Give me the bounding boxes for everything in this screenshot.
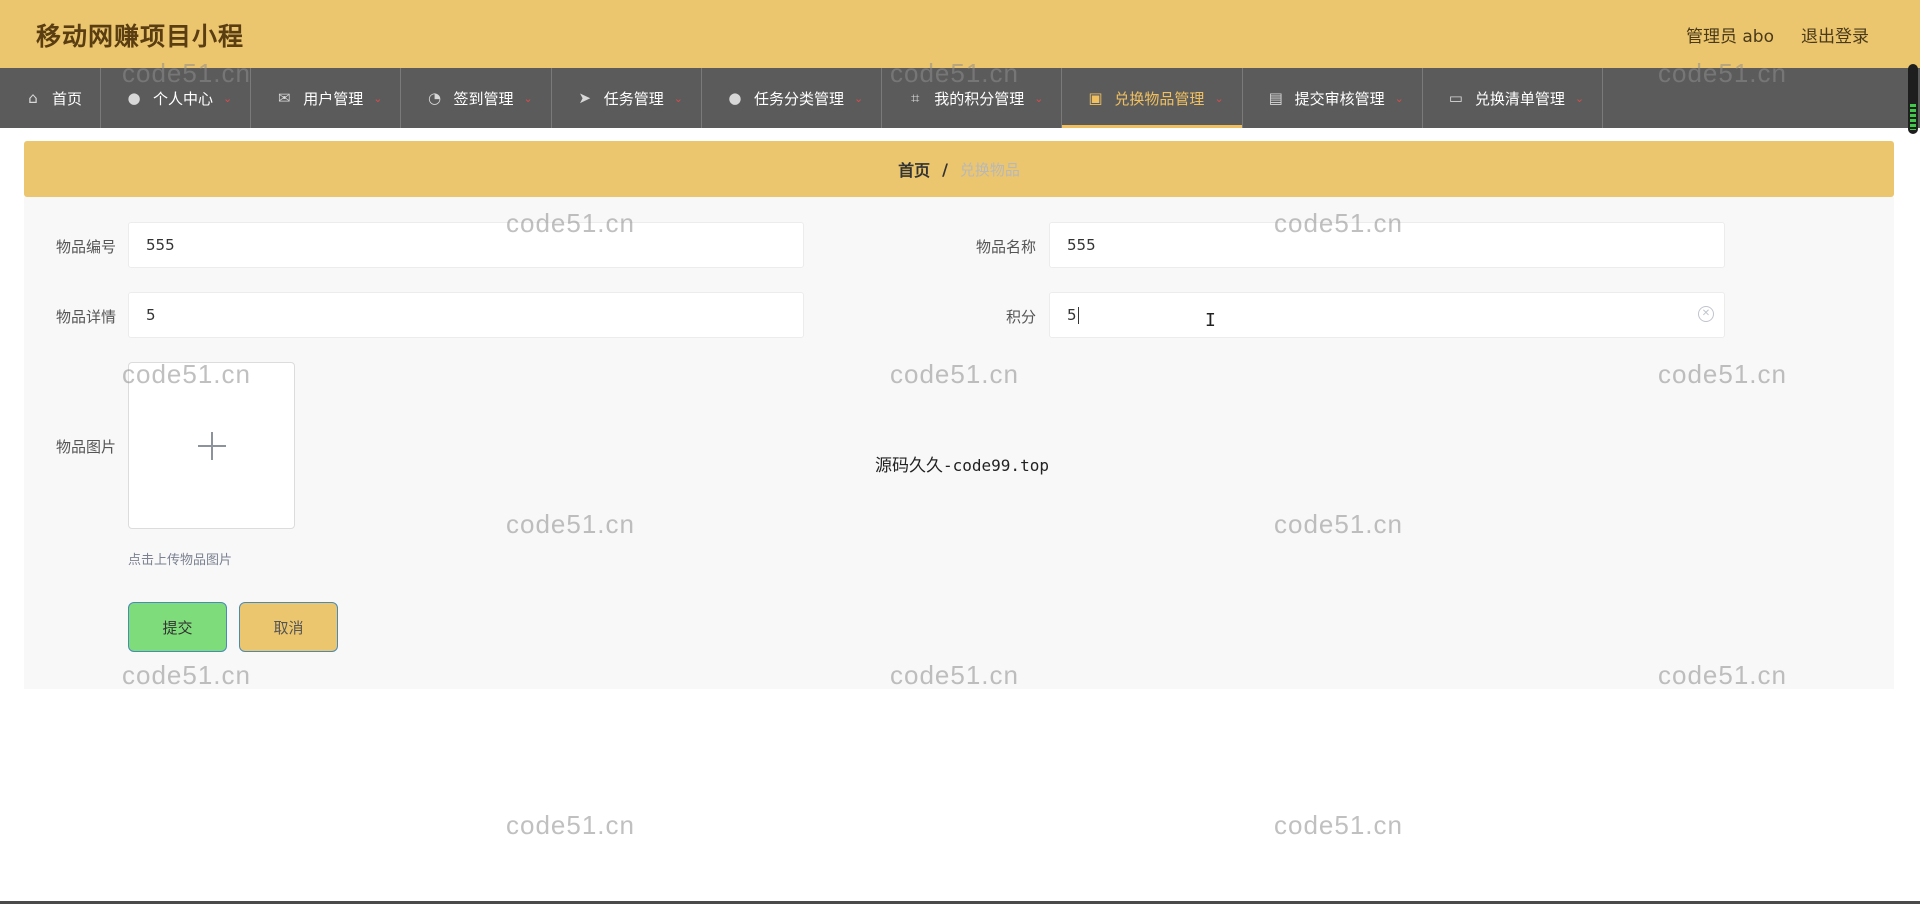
scrollbar[interactable]	[1908, 64, 1918, 134]
chevron-down-icon: ⌄	[1214, 91, 1224, 105]
points-label: 积分	[1005, 308, 1036, 326]
nav-item-label: 个人中心	[153, 89, 214, 108]
chevron-down-icon: ⌄	[1574, 91, 1585, 105]
breadcrumb-current: 兑换物品	[959, 160, 1020, 179]
nav-item-exchange-list-management[interactable]: ▭ 兑换清单管理 ⌄	[1423, 68, 1604, 128]
page: 移动网赚项目小程 管理员 abo 退出登录 ⌂ 首页 ● 个人中心 ⌄ ✉ 用户…	[0, 0, 1920, 904]
home-icon: ⌂	[28, 89, 38, 107]
item-name-input[interactable]: 555	[1049, 222, 1725, 268]
watermark: code51.cn	[1274, 810, 1403, 840]
item-detail-label: 物品详情	[55, 308, 116, 326]
watermark: code51.cn	[506, 810, 635, 840]
nav-item-label: 我的积分管理	[934, 89, 1025, 108]
overlay-caption-cjk: 源码久久	[875, 456, 943, 476]
text-cursor-icon: I	[1205, 310, 1216, 331]
item-detail-value: 5	[146, 306, 156, 324]
nav-item-label: 签到管理	[453, 89, 514, 108]
nav-item-task-management[interactable]: ➤ 任务管理 ⌄	[552, 68, 702, 128]
send-icon: ➤	[578, 89, 591, 107]
chevron-down-icon: ⌄	[1034, 91, 1044, 105]
compass-icon: ◔	[427, 89, 442, 107]
chevron-down-icon: ⌄	[673, 91, 683, 105]
nav-item-label: 任务分类管理	[753, 89, 844, 108]
clipboard-icon: ▤	[1268, 89, 1283, 107]
points-value: 5	[1067, 306, 1077, 324]
item-name-label: 物品名称	[975, 238, 1036, 256]
chevron-down-icon: ⌄	[1394, 91, 1404, 105]
item-image-label: 物品图片	[55, 438, 116, 456]
nav-item-personal-center[interactable]: ● 个人中心 ⌄	[101, 68, 252, 128]
monitor-icon: ▭	[1448, 89, 1463, 107]
plus-icon	[197, 431, 226, 460]
cancel-button[interactable]: 取消	[239, 602, 338, 652]
user-icon: ●	[127, 89, 141, 107]
clear-icon[interactable]: ✕	[1698, 306, 1714, 322]
breadcrumb-separator: /	[942, 159, 948, 179]
nav-item-review-management[interactable]: ▤ 提交审核管理 ⌄	[1243, 68, 1423, 128]
item-code-input[interactable]: 555	[128, 222, 804, 268]
app-title: 移动网赚项目小程	[36, 22, 245, 51]
top-header: 移动网赚项目小程 管理员 abo 退出登录	[0, 0, 1920, 68]
nav-item-task-category-management[interactable]: ● 任务分类管理 ⌄	[702, 68, 883, 128]
points-input[interactable]: 5 ✕	[1049, 292, 1725, 338]
chevron-down-icon: ⌄	[223, 91, 233, 105]
nav-item-label: 兑换物品管理	[1114, 89, 1205, 108]
upload-hint: 点击上传物品图片	[128, 553, 233, 568]
current-user-label[interactable]: 管理员 abo	[1686, 22, 1774, 47]
logout-link[interactable]: 退出登录	[1801, 22, 1869, 47]
submit-button[interactable]: 提交	[128, 602, 227, 652]
item-name-value: 555	[1067, 236, 1096, 254]
item-detail-input[interactable]: 5	[128, 292, 804, 338]
text-caret	[1077, 306, 1079, 324]
nav-item-label: 任务管理	[603, 89, 664, 108]
item-code-value: 555	[146, 236, 175, 254]
item-code-label: 物品编号	[55, 238, 116, 256]
nav-item-home[interactable]: ⌂ 首页	[0, 68, 102, 128]
breadcrumb: 首页 / 兑换物品	[24, 141, 1894, 197]
nav-item-user-management[interactable]: ✉ 用户管理 ⌄	[251, 68, 402, 128]
nav-item-label: 提交审核管理	[1294, 89, 1385, 108]
overlay-caption: 源码久久-code99.top	[875, 451, 1049, 476]
mail-icon: ✉	[277, 89, 291, 107]
briefcase-icon: ▣	[1088, 89, 1103, 107]
chevron-down-icon: ⌄	[523, 91, 533, 105]
header-user-area: 管理员 abo 退出登录	[1686, 22, 1869, 47]
nav-item-label: 用户管理	[303, 89, 364, 108]
nav-item-exchange-items-management[interactable]: ▣ 兑换物品管理 ⌄	[1062, 68, 1243, 128]
chevron-down-icon: ⌄	[373, 91, 383, 105]
chevron-down-icon: ⌄	[853, 91, 864, 105]
nav-item-label: 兑换清单管理	[1474, 89, 1565, 108]
crop-icon: ⌗	[910, 89, 920, 107]
nav-item-checkin-management[interactable]: ◔ 签到管理 ⌄	[401, 68, 552, 128]
main-nav: ⌂ 首页 ● 个人中心 ⌄ ✉ 用户管理 ⌄ ◔ 签到管理 ⌄ ➤ 任务管理 ⌄…	[0, 68, 1920, 128]
breadcrumb-home[interactable]: 首页	[898, 157, 930, 181]
nav-item-points-management[interactable]: ⌗ 我的积分管理 ⌄	[882, 68, 1063, 128]
user-icon: ●	[728, 89, 742, 107]
image-upload-box[interactable]	[128, 362, 295, 529]
overlay-caption-latin: -code99.top	[943, 456, 1049, 475]
nav-item-label: 首页	[52, 89, 83, 108]
